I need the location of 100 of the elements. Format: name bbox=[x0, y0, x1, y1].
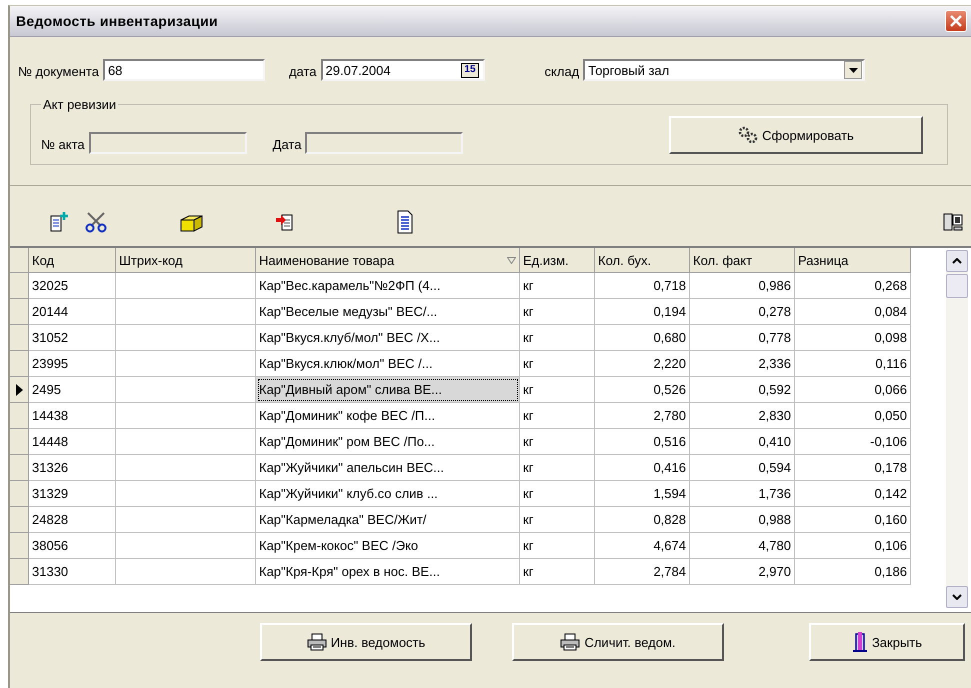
table-cell: 0,526 bbox=[595, 377, 690, 403]
table-cell: 14438 bbox=[29, 403, 116, 429]
table-cell: 2,830 bbox=[690, 403, 795, 429]
table-cell: кг bbox=[520, 351, 595, 377]
table-cell: кг bbox=[520, 299, 595, 325]
table-cell: 0,516 bbox=[595, 429, 690, 455]
table-cell: Кар"Веселые медузы" ВЕС/... bbox=[256, 299, 520, 325]
table-cell: 14448 bbox=[29, 429, 116, 455]
column-header[interactable]: Штрих-код bbox=[116, 248, 256, 273]
table-cell: 4,780 bbox=[690, 533, 795, 559]
date-field[interactable]: 29.07.2004 15 bbox=[320, 59, 485, 81]
table-cell: 0,680 bbox=[595, 325, 690, 351]
table-cell: Кар"Вес.карамель"№2ФП (4... bbox=[256, 273, 520, 299]
generate-button[interactable]: Сформировать bbox=[669, 116, 923, 154]
column-header[interactable]: Кол. факт bbox=[690, 248, 795, 273]
table-cell: 0,098 bbox=[795, 325, 911, 351]
close-button[interactable] bbox=[945, 10, 967, 32]
table-cell: 4,674 bbox=[595, 533, 690, 559]
column-header[interactable]: Кол. бух. bbox=[595, 248, 690, 273]
table-cell: 0,160 bbox=[795, 507, 911, 533]
table-cell: 0,178 bbox=[795, 455, 911, 481]
table-cell: Кар"Жуйчики" клуб.со слив ... bbox=[256, 481, 520, 507]
table-cell: 1,594 bbox=[595, 481, 690, 507]
column-header[interactable]: Наименование товара bbox=[256, 248, 520, 273]
table-cell: 0,278 bbox=[690, 299, 795, 325]
table-cell: 1,736 bbox=[690, 481, 795, 507]
print-button[interactable]: Инв. ведомость bbox=[260, 623, 472, 661]
chevron-down-icon bbox=[952, 594, 962, 600]
table-cell: 0,416 bbox=[595, 455, 690, 481]
table-cell: 0,592 bbox=[690, 377, 795, 403]
scroll-thumb[interactable] bbox=[946, 274, 968, 298]
row-indicator[interactable] bbox=[10, 377, 29, 403]
table-cell: кг bbox=[520, 481, 595, 507]
column-header[interactable]: Разница bbox=[795, 248, 911, 273]
table-cell: 23995 bbox=[29, 351, 116, 377]
close-icon bbox=[949, 14, 963, 28]
table-cell: 20144 bbox=[29, 299, 116, 325]
scroll-up-button[interactable] bbox=[946, 250, 968, 272]
current-row-icon bbox=[16, 384, 22, 396]
chevron-up-icon bbox=[952, 258, 962, 264]
table-cell: кг bbox=[520, 429, 595, 455]
table-cell: кг bbox=[520, 455, 595, 481]
table-cell: 0,066 bbox=[795, 377, 911, 403]
scissors-icon[interactable] bbox=[84, 211, 108, 233]
act-number-label: № акта bbox=[41, 137, 85, 154]
table-cell: -0,106 bbox=[795, 429, 911, 455]
table-cell: 31326 bbox=[29, 455, 116, 481]
act-number-field[interactable] bbox=[88, 132, 247, 154]
computer-icon[interactable] bbox=[943, 212, 963, 232]
table-cell: 0,050 bbox=[795, 403, 911, 429]
calendar-button[interactable]: 15 bbox=[461, 62, 479, 78]
table-cell: 0,828 bbox=[595, 507, 690, 533]
table-cell: 2495 bbox=[29, 377, 116, 403]
table-cell: 0,268 bbox=[795, 273, 911, 299]
table-cell: 2,336 bbox=[690, 351, 795, 377]
table-cell: 24828 bbox=[29, 507, 116, 533]
table-cell: кг bbox=[520, 507, 595, 533]
window-title: Ведомость инвентаризации bbox=[16, 13, 219, 29]
table-cell: 0,778 bbox=[690, 325, 795, 351]
document-number-field[interactable]: 68 bbox=[102, 59, 265, 81]
act-date-field[interactable] bbox=[305, 132, 464, 154]
table-cell: 38056 bbox=[29, 533, 116, 559]
column-header[interactable]: Код bbox=[29, 248, 116, 273]
audit-group-title: Акт ревизии bbox=[42, 97, 118, 112]
printer-icon bbox=[560, 633, 580, 651]
print-button[interactable]: Сличит. ведом. bbox=[512, 623, 724, 661]
vertical-scrollbar[interactable] bbox=[946, 250, 968, 608]
table-cell: 32025 bbox=[29, 273, 116, 299]
add-document-icon[interactable] bbox=[48, 211, 70, 233]
table-cell: Кар"Кармеладка" ВЕС/Жит/ bbox=[256, 507, 520, 533]
table-cell: 0,116 bbox=[795, 351, 911, 377]
dropdown-arrow-icon bbox=[848, 68, 858, 72]
table-cell: 2,970 bbox=[690, 559, 795, 585]
table-cell: Кар"Вкуся.клуб/мол" ВЕС /Х... bbox=[256, 325, 520, 351]
document-icon[interactable] bbox=[396, 210, 414, 234]
door-icon bbox=[852, 631, 868, 653]
table-cell: кг bbox=[520, 403, 595, 429]
table-cell: 0,988 bbox=[690, 507, 795, 533]
scroll-down-button[interactable] bbox=[946, 586, 968, 608]
table-cell: Кар"Доминик" кофе ВЕС /П... bbox=[256, 403, 520, 429]
table-cell: Кар"Кря-Кря" орех в нос. ВЕ... bbox=[256, 559, 520, 585]
table-cell: 2,780 bbox=[595, 403, 690, 429]
gears-icon bbox=[738, 126, 758, 144]
table-cell: 2,784 bbox=[595, 559, 690, 585]
table-cell: 31330 bbox=[29, 559, 116, 585]
table-cell: кг bbox=[520, 273, 595, 299]
table-cell: 0,142 bbox=[795, 481, 911, 507]
warehouse-label: склад bbox=[544, 64, 580, 81]
table-cell: 0,594 bbox=[690, 455, 795, 481]
table-cell: 31329 bbox=[29, 481, 116, 507]
column-header[interactable]: Ед.изм. bbox=[520, 248, 595, 273]
close-window-button[interactable]: Закрыть bbox=[809, 623, 965, 661]
table-cell: 0,194 bbox=[595, 299, 690, 325]
table-cell: 0,084 bbox=[795, 299, 911, 325]
act-date-label: Дата bbox=[272, 137, 302, 154]
warehouse-dropdown[interactable]: Торговый зал bbox=[583, 59, 866, 81]
table-cell: Кар"Дивный аром" слива ВЕ... bbox=[256, 377, 520, 403]
table-cell: 2,220 bbox=[595, 351, 690, 377]
table-cell: кг bbox=[520, 325, 595, 351]
table-cell: кг bbox=[520, 559, 595, 585]
